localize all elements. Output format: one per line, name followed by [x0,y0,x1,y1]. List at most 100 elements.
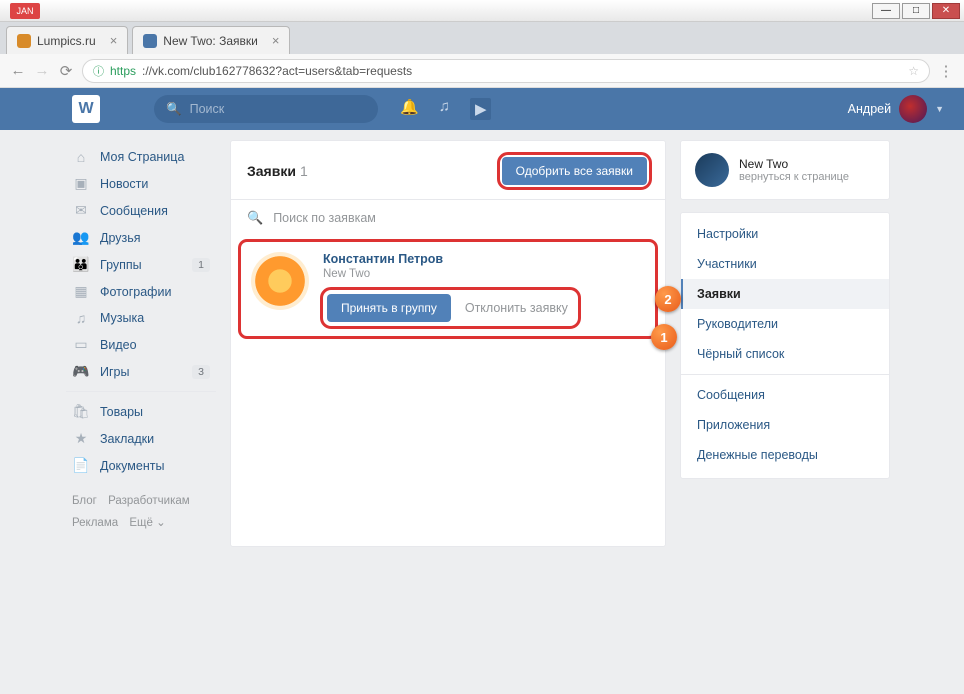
sidebar-item-label: Закладки [100,432,154,446]
nav-icon: ★ [72,430,90,447]
address-bar[interactable]: ⓘ https ://vk.com/club162778632?act=users… [82,59,930,83]
user-name: Андрей [848,102,891,116]
search-placeholder: Поиск [190,102,225,116]
sidebar-item[interactable]: 🛍 Товары [66,398,216,425]
group-avatar [695,153,729,187]
search-icon: 🔍 [166,102,182,117]
step-badge-2: 2 [655,286,681,312]
tab-title: Lumpics.ru [37,34,96,48]
sidebar-item[interactable]: 🎮Игры3 [66,358,216,385]
sidebar-item[interactable]: ⌂ Моя Страница [66,144,216,170]
favicon-icon [143,34,157,48]
settings-menu-item[interactable]: Денежные переводы [681,440,889,470]
sidebar-item[interactable]: ▣ Новости [66,170,216,197]
window-maximize-button[interactable]: □ [902,3,930,19]
sidebar-item[interactable]: 📄Документы [66,452,216,479]
nav-icon: 👪 [72,256,90,273]
browser-menu-icon[interactable]: ⋮ [938,62,954,80]
nav-badge: 3 [192,365,210,379]
sidebar-item-label: Группы [100,258,142,272]
page-title: Заявки1 [247,163,308,179]
main-panel: Заявки1 Одобрить все заявки 🔍 Поиск по з… [230,140,666,547]
group-back-link[interactable]: вернуться к странице [739,171,849,183]
footer-link[interactable]: Реклама [72,517,118,529]
search-icon: 🔍 [247,210,263,226]
group-header[interactable]: New Two вернуться к странице [681,141,889,199]
nav-forward-icon[interactable]: → [34,62,50,79]
sidebar-item[interactable]: ★ Закладки [66,425,216,452]
footer-link[interactable]: Разработчикам [108,495,190,507]
avatar [899,95,927,123]
sidebar-item-label: Музыка [100,311,144,325]
url-scheme: https [110,64,136,78]
sidebar-item[interactable]: 👥Друзья [66,224,216,251]
request-subtitle: New Two [323,268,645,280]
sidebar-item-label: Документы [100,459,164,473]
nav-icon: ▦ [72,283,90,300]
nav-icon: ♫ [72,310,90,326]
bookmark-star-icon[interactable]: ☆ [908,64,919,78]
footer-link[interactable]: Блог [72,495,97,507]
step-badge-1: 1 [651,324,677,350]
nav-icon: ✉ [72,202,90,219]
browser-tab[interactable]: Lumpics.ru × [6,26,128,54]
requests-search-input[interactable]: 🔍 Поиск по заявкам [231,200,665,236]
sidebar-item[interactable]: 👪 Группы 1 [66,251,216,278]
requests-count: 1 [300,163,308,179]
request-user-name[interactable]: Константин Петров [323,252,645,266]
favicon-icon [17,34,31,48]
sidebar-item[interactable]: ▭ Видео [66,331,216,358]
nav-back-icon[interactable]: ← [10,62,26,79]
play-icon[interactable]: ▶ [470,98,492,120]
settings-menu-item[interactable]: Настройки [681,219,889,249]
settings-menu-item[interactable]: Участники [681,249,889,279]
left-nav: ⌂ Моя Страница ▣ Новости ✉ Сообщения 👥Друзья 👪 Г… [66,140,216,547]
search-input[interactable]: 🔍 Поиск [154,95,378,123]
sidebar-item-label: Видео [100,338,137,352]
user-menu[interactable]: Андрей ▼ [848,95,944,123]
chevron-down-icon: ▼ [935,104,944,114]
sidebar-item[interactable]: ✉ Сообщения [66,197,216,224]
settings-menu-item[interactable]: Руководители [681,309,889,339]
sidebar-item-label: Сообщения [100,204,168,218]
highlight-request-actions: Принять в группу Отклонить заявку [323,290,578,326]
decline-request-link[interactable]: Отклонить заявку [465,301,568,315]
close-tab-icon[interactable]: × [110,33,118,48]
music-icon[interactable]: ♫ [439,98,450,120]
lock-icon: ⓘ [93,63,104,79]
nav-icon: ⌂ [72,149,90,165]
sidebar-item[interactable]: ▦Фотографии [66,278,216,305]
search-placeholder: Поиск по заявкам [273,211,376,225]
browser-tabstrip: Lumpics.ru × New Two: Заявки × [0,22,964,54]
sidebar-item-label: Моя Страница [100,150,184,164]
group-name: New Two [739,157,849,171]
window-close-button[interactable]: ✕ [932,3,960,19]
accept-request-button[interactable]: Принять в группу [327,294,451,322]
nav-icon: 🛍 [72,403,90,420]
notifications-icon[interactable]: 🔔 [400,98,419,120]
vk-logo[interactable]: W [72,95,100,123]
footer-link[interactable]: Ещё ⌄ [129,517,165,529]
sidebar-item-label: Товары [100,405,143,419]
settings-menu-item[interactable]: Сообщения [681,380,889,410]
nav-icon: ▣ [72,175,90,192]
footer-links: Блог Разработчикам Реклама Ещё ⌄ [66,479,216,547]
nav-reload-icon[interactable]: ⟳ [58,62,74,80]
nav-icon: 🎮 [72,363,90,380]
sidebar-item-label: Новости [100,177,148,191]
window-minimize-button[interactable]: — [872,3,900,19]
menu-separator [681,374,889,375]
nav-badge: 1 [192,258,210,272]
approve-all-button[interactable]: Одобрить все заявки [502,157,647,185]
settings-menu-item[interactable]: Приложения [681,410,889,440]
request-card: Константин Петров New Two Принять в груп… [241,242,655,336]
nav-icon: ▭ [72,336,90,353]
url-text: ://vk.com/club162778632?act=users&tab=re… [142,64,412,78]
settings-menu-item[interactable]: Чёрный список [681,339,889,369]
close-tab-icon[interactable]: × [272,33,280,48]
browser-tab-active[interactable]: New Two: Заявки × [132,26,290,54]
sidebar-item[interactable]: ♫ Музыка [66,305,216,331]
extension-badge: JAN [10,3,40,19]
request-avatar[interactable] [251,252,309,310]
settings-menu-item[interactable]: Заявки [681,279,889,309]
